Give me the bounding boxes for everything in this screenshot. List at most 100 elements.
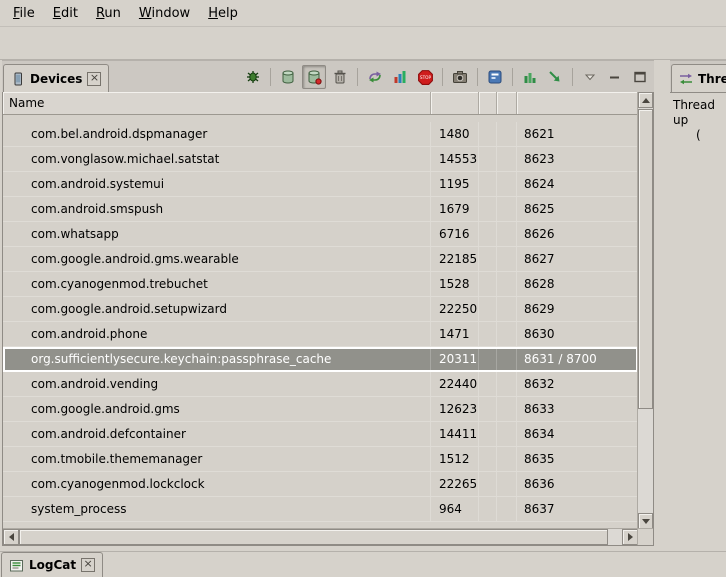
process-pid: 22185	[431, 247, 479, 271]
horizontal-scrollbar[interactable]	[3, 528, 638, 545]
status-cell-1	[479, 122, 497, 146]
table-row[interactable]: com.vonglasow.michael.satstat 14553 8623	[3, 147, 638, 172]
table-row[interactable]: org.sufficientlysecure.keychain:passphra…	[3, 347, 638, 372]
heap-dump-arrow-icon[interactable]	[544, 66, 566, 88]
scroll-up-button[interactable]	[638, 92, 653, 108]
table-row[interactable]: com.android.smspush 1679 8625	[3, 197, 638, 222]
threads-tabstrip: Threads	[670, 60, 726, 94]
process-name: com.android.smspush	[3, 197, 431, 221]
status-cell-1	[479, 297, 497, 321]
process-port: 8624	[517, 172, 638, 196]
process-name: com.cyanogenmod.trebuchet	[3, 272, 431, 296]
process-name: com.tmobile.thememanager	[3, 447, 431, 471]
bottom-bar: LogCat ×	[0, 551, 726, 577]
threads-message-line1: Thread up	[673, 98, 723, 128]
column-header-port[interactable]	[517, 92, 638, 114]
process-port: 8626	[517, 222, 638, 246]
threads-message-line2: (	[696, 128, 723, 143]
close-icon[interactable]: ×	[87, 72, 101, 86]
table-row[interactable]: com.google.android.gms 12623 8633	[3, 397, 638, 422]
tab-logcat[interactable]: LogCat ×	[1, 552, 103, 577]
process-port: 8636	[517, 472, 638, 496]
status-cell-2	[497, 447, 517, 471]
table-row[interactable]: com.cyanogenmod.lockclock 22265 8636	[3, 472, 638, 497]
capture-view-hierarchy-icon[interactable]	[484, 66, 506, 88]
scroll-down-button[interactable]	[638, 513, 653, 529]
scrollbar-corner	[637, 528, 653, 545]
table-header: Name	[3, 92, 638, 115]
maximize-icon[interactable]	[629, 66, 651, 88]
column-header-pid[interactable]	[431, 92, 479, 114]
process-pid: 14553	[431, 147, 479, 171]
view-menu-icon[interactable]	[579, 66, 601, 88]
status-cell-2	[497, 422, 517, 446]
table-row[interactable]: com.whatsapp 6716 8626	[3, 222, 638, 247]
device-rows: com.bel.android.dspmanager 1480 8621 com…	[3, 114, 638, 529]
table-row[interactable]: com.bel.android.dspmanager 1480 8621	[3, 122, 638, 147]
cause-gc-icon[interactable]	[329, 66, 351, 88]
threads-content: Thread up (	[670, 92, 726, 546]
panel-sash[interactable]	[654, 60, 671, 546]
column-header-name[interactable]: Name	[3, 92, 431, 114]
status-cell-2	[497, 397, 517, 421]
process-pid: 14411	[431, 422, 479, 446]
update-heap-icon[interactable]	[277, 66, 299, 88]
vertical-scroll-thumb[interactable]	[638, 109, 653, 409]
logcat-icon	[9, 558, 24, 573]
menu-help[interactable]: Help	[199, 2, 247, 25]
vertical-scrollbar[interactable]	[637, 92, 653, 529]
screen-capture-icon[interactable]	[449, 66, 471, 88]
toolbar-separator	[357, 68, 358, 86]
process-pid: 20311	[431, 347, 479, 371]
status-cell-1	[479, 472, 497, 496]
table-row[interactable]: com.android.defcontainer 14411 8634	[3, 422, 638, 447]
tab-threads-label: Threads	[698, 72, 726, 86]
process-port: 8633	[517, 397, 638, 421]
menu-edit[interactable]: Edit	[44, 2, 87, 25]
status-cell-1	[479, 497, 497, 521]
tab-logcat-label: LogCat	[29, 558, 76, 572]
status-cell-2	[497, 272, 517, 296]
process-name: system_process	[3, 497, 431, 521]
process-name: com.android.vending	[3, 372, 431, 396]
table-row[interactable]: com.cyanogenmod.trebuchet 1528 8628	[3, 272, 638, 297]
status-cell-2	[497, 297, 517, 321]
update-threads-icon[interactable]	[364, 66, 386, 88]
debug-process-icon[interactable]	[242, 66, 264, 88]
start-method-profiling-icon[interactable]	[389, 66, 411, 88]
table-row[interactable]: com.tmobile.thememanager 1512 8635	[3, 447, 638, 472]
dump-hprof-icon[interactable]	[302, 65, 326, 89]
scroll-right-button[interactable]	[622, 529, 638, 545]
table-row[interactable]: com.android.phone 1471 8630	[3, 322, 638, 347]
table-row[interactable]: com.android.vending 22440 8632	[3, 372, 638, 397]
column-header-a[interactable]	[479, 92, 497, 114]
column-header-b[interactable]	[497, 92, 517, 114]
menu-window[interactable]: Window	[130, 2, 199, 25]
system-information-icon[interactable]	[519, 66, 541, 88]
tab-threads[interactable]: Threads	[671, 64, 726, 94]
table-row[interactable]: com.google.android.setupwizard 22250 862…	[3, 297, 638, 322]
toolbar-separator	[512, 68, 513, 86]
process-port: 8632	[517, 372, 638, 396]
close-icon[interactable]: ×	[81, 558, 95, 572]
process-name: com.cyanogenmod.lockclock	[3, 472, 431, 496]
minimize-icon[interactable]	[604, 66, 626, 88]
table-row[interactable]: com.google.android.gms.wearable 22185 86…	[3, 247, 638, 272]
process-name: com.whatsapp	[3, 222, 431, 246]
tab-devices[interactable]: Devices ×	[3, 64, 109, 94]
process-pid: 1679	[431, 197, 479, 221]
stop-method-profiling-icon[interactable]: STOP	[414, 66, 436, 88]
process-pid: 6716	[431, 222, 479, 246]
menu-bar: File Edit Run Window Help	[0, 0, 726, 27]
table-row[interactable]: system_process 964 8637	[3, 497, 638, 522]
status-cell-2	[497, 197, 517, 221]
table-row[interactable]: com.android.systemui 1195 8624	[3, 172, 638, 197]
horizontal-scroll-thumb[interactable]	[19, 529, 608, 545]
process-port: 8634	[517, 422, 638, 446]
process-name: com.android.defcontainer	[3, 422, 431, 446]
menu-run[interactable]: Run	[87, 2, 130, 25]
menu-file[interactable]: File	[4, 2, 44, 25]
process-port: 8637	[517, 497, 638, 521]
scroll-left-button[interactable]	[3, 529, 19, 545]
process-name: com.vonglasow.michael.satstat	[3, 147, 431, 171]
